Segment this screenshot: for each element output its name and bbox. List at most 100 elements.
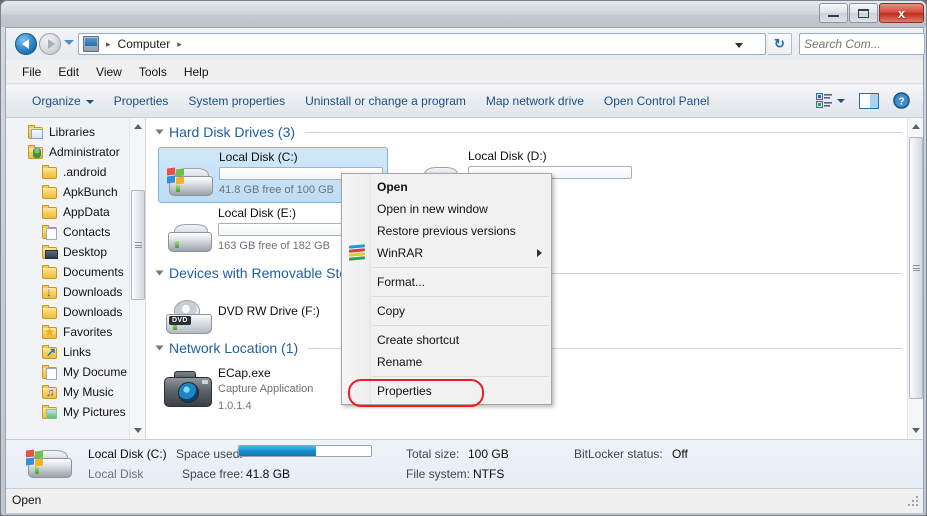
sidebar-scroll-down-button[interactable] (130, 422, 145, 439)
sidebar-item-label: Downloads (63, 285, 123, 299)
context-menu-item-label: WinRAR (377, 246, 424, 260)
breadcrumb-separator-1[interactable]: ▸ (173, 39, 186, 50)
recent-pages-dropdown-icon[interactable] (64, 40, 74, 45)
sidebar-item-contacts[interactable]: Contacts (6, 222, 145, 242)
help-button[interactable]: ? (888, 89, 915, 112)
user-folder-icon (28, 145, 44, 159)
back-button[interactable] (15, 33, 37, 55)
search-box[interactable]: 🔍 (799, 33, 926, 55)
explorer-window: x ▸ Computer ▸ ↻ 🔍 File Edit View (0, 0, 927, 516)
context-menu-item-create-shortcut[interactable]: Create shortcut (342, 329, 551, 351)
sidebar-item-label: Favorites (63, 325, 113, 339)
file-list-scroll-down-button[interactable] (908, 422, 923, 439)
winrar-icon (349, 244, 365, 261)
address-dropdown-icon[interactable] (735, 43, 743, 48)
menu-edit[interactable]: Edit (51, 63, 86, 81)
arrow-right-icon (47, 39, 55, 49)
collapse-triangle-icon[interactable] (155, 129, 164, 135)
details-bitlocker-label: BitLocker status: (574, 447, 663, 461)
sidebar-item-label: My Pictures (63, 405, 126, 419)
context-menu-item-properties[interactable]: Properties (342, 380, 551, 402)
details-space-used-bar-fill (239, 446, 316, 456)
close-button[interactable]: x (879, 3, 924, 23)
context-menu[interactable]: Open Open in new window Restore previous… (341, 173, 552, 405)
breadcrumb-item-computer[interactable]: Computer (115, 36, 174, 52)
chevron-up-icon (912, 124, 920, 129)
sidebar-item-appdata[interactable]: AppData (6, 202, 145, 222)
search-input[interactable] (804, 37, 926, 51)
sidebar-item-label: Links (63, 345, 92, 359)
minimize-button[interactable] (819, 3, 848, 23)
music-folder-icon (42, 385, 58, 401)
collapse-triangle-icon[interactable] (155, 345, 164, 351)
sidebar-item-downloads-1[interactable]: Downloads (6, 282, 145, 302)
sidebar-item-desktop[interactable]: Desktop (6, 242, 145, 262)
context-menu-item-open-in-new-window[interactable]: Open in new window (342, 198, 551, 220)
context-menu-separator (372, 325, 549, 326)
details-space-free-label: Space free: (182, 467, 244, 481)
menu-help[interactable]: Help (177, 63, 216, 81)
context-menu-separator (372, 376, 549, 377)
sidebar-item-links[interactable]: Links (6, 342, 145, 362)
details-file-system-label: File system: (406, 467, 471, 481)
navigation-pane[interactable]: Libraries Administrator .android ApkBunc… (6, 118, 146, 439)
sidebar-item-my-pictures[interactable]: My Pictures (6, 402, 145, 422)
sidebar-item-downloads-2[interactable]: Downloads (6, 302, 145, 322)
sidebar-item-administrator[interactable]: Administrator (6, 142, 145, 162)
context-menu-item-open[interactable]: Open (342, 176, 551, 198)
favorites-folder-icon (42, 324, 58, 340)
map-network-drive-button[interactable]: Map network drive (476, 90, 594, 112)
menu-file[interactable]: File (15, 63, 48, 81)
context-menu-item-restore-previous-versions[interactable]: Restore previous versions (342, 220, 551, 242)
drive-capacity-text: 163 GB free of 182 GB (218, 240, 330, 252)
sidebar-item-libraries[interactable]: Libraries (6, 122, 145, 142)
downloads-folder-icon (42, 285, 58, 300)
breadcrumb-separator-0: ▸ (106, 38, 111, 49)
preview-pane-button[interactable] (854, 90, 884, 112)
folder-icon (42, 305, 58, 319)
sidebar-scrollbar-thumb[interactable] (131, 190, 145, 300)
windows-logo-icon (167, 167, 187, 186)
maximize-icon (858, 8, 869, 18)
dvd-drive-icon: DVD (166, 300, 218, 338)
forward-button[interactable] (39, 33, 61, 55)
group-header-hard-disk-drives[interactable]: Hard Disk Drives (3) (155, 124, 902, 140)
refresh-button[interactable]: ↻ (768, 33, 792, 55)
device-name: DVD RW Drive (F:) (218, 304, 320, 318)
sidebar-item-my-music[interactable]: My Music (6, 382, 145, 402)
sidebar-scrollbar[interactable] (129, 118, 145, 439)
network-item-version: 1.0.1.4 (218, 400, 252, 412)
sidebar-item-label: Desktop (63, 245, 108, 259)
sidebar-item-apkbunch[interactable]: ApkBunch (6, 182, 145, 202)
sidebar-item-my-documents[interactable]: My Docume (6, 362, 145, 382)
context-menu-item-rename[interactable]: Rename (342, 351, 551, 373)
properties-button[interactable]: Properties (104, 90, 179, 112)
maximize-button[interactable] (849, 3, 878, 23)
address-bar[interactable]: ▸ Computer ▸ (78, 33, 766, 55)
sidebar-item-android[interactable]: .android (6, 162, 145, 182)
details-total-size-value: 100 GB (468, 447, 509, 461)
arrow-left-icon (21, 39, 29, 49)
menu-tools[interactable]: Tools (132, 63, 174, 81)
details-pane: Local Disk (C:) Local Disk Space used: S… (6, 439, 923, 488)
system-properties-button[interactable]: System properties (178, 90, 295, 112)
context-menu-item-copy[interactable]: Copy (342, 300, 551, 322)
context-menu-item-winrar[interactable]: WinRAR (342, 242, 551, 264)
file-list-scrollbar[interactable] (907, 118, 923, 439)
file-list-scrollbar-thumb[interactable] (909, 137, 923, 399)
organize-button[interactable]: Organize (22, 90, 104, 112)
sidebar-item-favorites[interactable]: Favorites (6, 322, 145, 342)
group-divider (305, 131, 902, 133)
file-list-scroll-up-button[interactable] (908, 118, 923, 135)
collapse-triangle-icon[interactable] (155, 270, 164, 276)
context-menu-item-format[interactable]: Format... (342, 271, 551, 293)
resize-grip-icon[interactable] (908, 496, 920, 508)
sidebar-item-documents[interactable]: Documents (6, 262, 145, 282)
sidebar-scroll-up-button[interactable] (130, 118, 145, 135)
uninstall-program-button[interactable]: Uninstall or change a program (295, 90, 476, 112)
menu-bar: File Edit View Tools Help (6, 60, 923, 84)
links-folder-icon (42, 345, 58, 360)
menu-view[interactable]: View (89, 63, 129, 81)
change-view-button[interactable] (811, 90, 850, 111)
open-control-panel-button[interactable]: Open Control Panel (594, 90, 719, 112)
